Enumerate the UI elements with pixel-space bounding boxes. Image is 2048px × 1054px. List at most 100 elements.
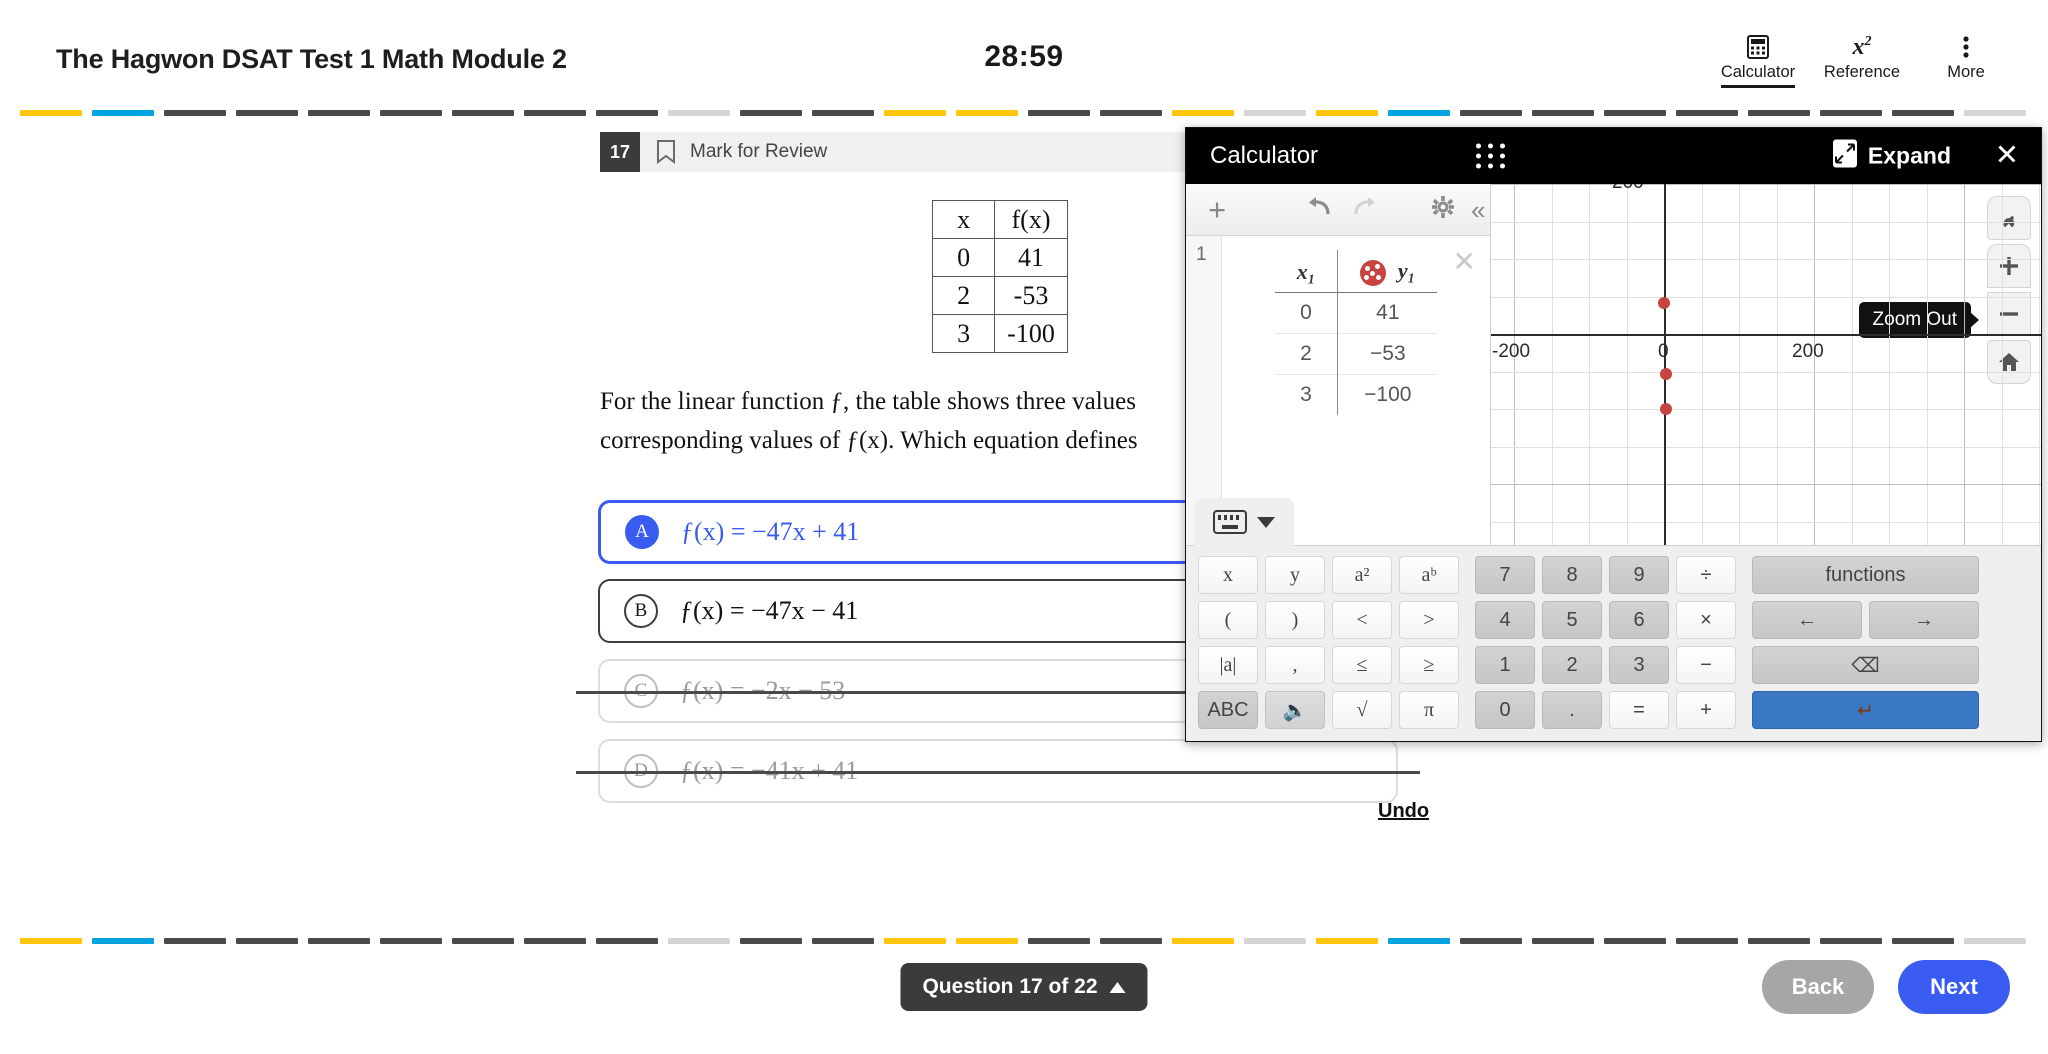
desmos-table-cell[interactable]: 3 bbox=[1274, 373, 1338, 415]
home-button[interactable] bbox=[1987, 340, 2031, 384]
question-number: 17 bbox=[600, 132, 640, 172]
undo-strikethrough-link[interactable]: Undo bbox=[1378, 800, 1429, 823]
x-axis-tick-label: 200 bbox=[1792, 341, 1824, 362]
key-4[interactable]: 4 bbox=[1475, 601, 1535, 639]
divider-segment bbox=[92, 110, 154, 116]
tool-calculator[interactable]: Calculator bbox=[1706, 34, 1810, 92]
desmos-table[interactable]: x₁ y₁ 0 41 2 −53 3 −100 bbox=[1274, 250, 1438, 415]
key-1[interactable]: 1 bbox=[1475, 646, 1535, 684]
key-[interactable]: < bbox=[1332, 601, 1392, 639]
expand-button[interactable]: Expand bbox=[1832, 139, 1951, 174]
undo-icon[interactable] bbox=[1306, 196, 1334, 223]
gear-icon[interactable] bbox=[1432, 196, 1454, 223]
grid-line bbox=[1491, 184, 2041, 185]
desmos-table-cell[interactable]: 2 bbox=[1274, 332, 1338, 375]
table-cell: 3 bbox=[932, 314, 996, 353]
key-a[interactable]: |a| bbox=[1198, 646, 1258, 684]
calculator-body: + « 1 ✕ x₁ y₁ 0 41 2 −53 3 −100 Zoom Out… bbox=[1186, 184, 2041, 741]
divider-segment bbox=[812, 110, 874, 116]
calculator-panel[interactable]: Calculator Expand ✕ + « 1 ✕ x₁ y₁ 0 41 2… bbox=[1185, 127, 2042, 742]
key-[interactable]: , bbox=[1265, 646, 1325, 684]
graph-settings-button[interactable] bbox=[1987, 196, 2031, 240]
key-5[interactable]: 5 bbox=[1542, 601, 1602, 639]
divider-segment bbox=[1100, 110, 1162, 116]
key-8[interactable]: 8 bbox=[1542, 556, 1602, 594]
key-a[interactable]: aᵇ bbox=[1399, 556, 1459, 594]
mark-for-review-label[interactable]: Mark for Review bbox=[690, 141, 827, 163]
graph-point[interactable] bbox=[1658, 297, 1670, 310]
desmos-table-row[interactable]: 2 −53 bbox=[1274, 332, 1438, 375]
divider-top bbox=[0, 110, 2048, 116]
chevron-double-left-icon[interactable]: « bbox=[1471, 197, 1485, 223]
key-[interactable]: − bbox=[1676, 646, 1736, 684]
drag-handle-icon[interactable] bbox=[1476, 143, 1507, 169]
bookmark-icon[interactable] bbox=[656, 140, 676, 164]
keypad-action-grid: functions ← → ⌫ ↵ bbox=[1752, 556, 1979, 729]
key-[interactable]: √ bbox=[1332, 691, 1392, 729]
key-[interactable]: ) bbox=[1265, 601, 1325, 639]
question-nav-button[interactable]: Question 17 of 22 bbox=[900, 963, 1148, 1011]
delete-expression-icon[interactable]: ✕ bbox=[1453, 248, 1476, 276]
desmos-table-cell[interactable]: −100 bbox=[1337, 373, 1438, 415]
strikethrough-line bbox=[576, 771, 1420, 774]
key-a[interactable]: a² bbox=[1332, 556, 1392, 594]
desmos-table-row[interactable]: 3 −100 bbox=[1274, 373, 1438, 415]
table-cell: -100 bbox=[994, 314, 1068, 353]
zoom-in-button[interactable] bbox=[1987, 244, 2031, 288]
zoom-out-button[interactable] bbox=[1987, 292, 2031, 336]
key-2[interactable]: 2 bbox=[1542, 646, 1602, 684]
key-[interactable]: ≤ bbox=[1332, 646, 1392, 684]
key-[interactable]: + bbox=[1676, 691, 1736, 729]
desmos-table-header-y-label: y₁ bbox=[1397, 258, 1416, 283]
desmos-table-cell[interactable]: −53 bbox=[1337, 332, 1438, 375]
keyboard-toggle-button[interactable] bbox=[1194, 498, 1294, 546]
enter-key[interactable]: ↵ bbox=[1752, 691, 1979, 729]
tool-reference[interactable]: x2 Reference bbox=[1810, 34, 1914, 86]
divider-segment bbox=[380, 110, 442, 116]
key-0[interactable]: 0 bbox=[1475, 691, 1535, 729]
plus-icon[interactable]: + bbox=[1208, 194, 1226, 225]
desmos-table-cell[interactable]: 0 bbox=[1274, 291, 1338, 334]
key-[interactable]: 🔈 bbox=[1265, 691, 1325, 729]
graph-point[interactable] bbox=[1659, 367, 1672, 380]
question-value-table: x f(x) 0 41 2 -53 3 -100 bbox=[932, 200, 1068, 353]
more-vertical-icon bbox=[1963, 34, 1969, 60]
key-7[interactable]: 7 bbox=[1475, 556, 1535, 594]
key-[interactable]: × bbox=[1676, 601, 1736, 639]
key-[interactable]: > bbox=[1399, 601, 1459, 639]
backspace-key[interactable]: ⌫ bbox=[1752, 646, 1979, 684]
key-ABC[interactable]: ABC bbox=[1198, 691, 1258, 729]
close-icon[interactable]: ✕ bbox=[1995, 141, 2019, 171]
key-x[interactable]: x bbox=[1198, 556, 1258, 594]
key-[interactable]: ≥ bbox=[1399, 646, 1459, 684]
desmos-table-cell[interactable]: 41 bbox=[1337, 291, 1438, 334]
cursor-left-key[interactable]: ← bbox=[1752, 601, 1862, 639]
key-[interactable]: ( bbox=[1198, 601, 1258, 639]
key-3[interactable]: 3 bbox=[1609, 646, 1669, 684]
back-button[interactable]: Back bbox=[1762, 960, 1874, 1014]
key-[interactable]: = bbox=[1609, 691, 1669, 729]
desmos-table-row[interactable]: 0 41 bbox=[1274, 291, 1438, 334]
cursor-right-key[interactable]: → bbox=[1869, 601, 1979, 639]
bottom-bar: Question 17 of 22 Back Next bbox=[0, 942, 2048, 1054]
answer-choice-d[interactable]: Dƒ(x) = −41x + 41 bbox=[576, 739, 1420, 803]
choice-text: ƒ(x) = −47x + 41 bbox=[681, 517, 860, 546]
key-[interactable]: ÷ bbox=[1676, 556, 1736, 594]
key-6[interactable]: 6 bbox=[1609, 601, 1669, 639]
divider-segment bbox=[1460, 110, 1522, 116]
expression-toolbar: + « bbox=[1186, 184, 1490, 236]
functions-key[interactable]: functions bbox=[1752, 556, 1979, 594]
key-y[interactable]: y bbox=[1265, 556, 1325, 594]
tool-more[interactable]: More bbox=[1914, 34, 2018, 86]
table-cell: 41 bbox=[994, 238, 1068, 277]
table-row: 3 -100 bbox=[932, 314, 1068, 353]
point-style-icon[interactable] bbox=[1360, 259, 1387, 286]
key-9[interactable]: 9 bbox=[1609, 556, 1669, 594]
key-[interactable]: π bbox=[1399, 691, 1459, 729]
divider-segment bbox=[740, 110, 802, 116]
graph-point[interactable] bbox=[1660, 403, 1673, 415]
key-[interactable]: . bbox=[1542, 691, 1602, 729]
tool-more-label: More bbox=[1947, 63, 1985, 81]
divider-segment bbox=[956, 110, 1018, 116]
next-button[interactable]: Next bbox=[1898, 960, 2010, 1014]
